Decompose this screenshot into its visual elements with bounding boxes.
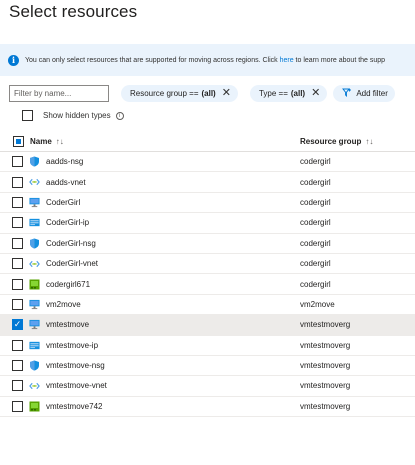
row-checkbox[interactable] xyxy=(12,176,23,188)
table-row[interactable]: vmtestmove-nsg vmtestmoverg xyxy=(0,356,415,377)
resource-group: codergirl xyxy=(300,157,331,167)
resource-name: CoderGirl-vnet xyxy=(46,259,99,269)
info-icon: i xyxy=(8,54,19,66)
resource-name: aadds-nsg xyxy=(46,157,84,167)
resource-group: vmtestmoverg xyxy=(300,401,351,411)
row-checkbox[interactable] xyxy=(12,298,23,310)
resource-group: vmtestmoverg xyxy=(300,340,351,350)
table-row[interactable]: codergirl671 codergirl xyxy=(0,274,415,295)
row-checkbox[interactable] xyxy=(12,380,23,392)
resources-table: Name ↑↓ Resource group ↑↓ aadds-nsg codergi… xyxy=(0,132,415,418)
public-ip-icon xyxy=(29,340,40,351)
row-checkbox[interactable] xyxy=(12,360,23,372)
nsg-icon xyxy=(29,238,40,249)
type-filter-label: Type == xyxy=(258,88,288,98)
info-text-start: You can only select resources that are s… xyxy=(25,56,280,64)
table-row[interactable]: CoderGirl-ip codergirl xyxy=(0,213,415,234)
resource-name: CoderGirl-nsg xyxy=(46,238,96,248)
resource-group: codergirl xyxy=(300,279,331,289)
table-row[interactable]: CoderGirl codergirl xyxy=(0,193,415,214)
sort-icon[interactable]: ↑↓ xyxy=(56,137,64,146)
row-checkbox[interactable] xyxy=(12,217,23,229)
type-filter-value: (all) xyxy=(290,88,306,98)
resource-group-column-header[interactable]: Resource group ↑↓ xyxy=(300,137,373,146)
resource-group-filter-label: Resource group == xyxy=(130,88,199,98)
resource-name: CoderGirl-ip xyxy=(46,218,90,228)
close-icon[interactable]: ✕ xyxy=(311,87,320,99)
vm-icon xyxy=(29,319,40,330)
nic-icon xyxy=(29,401,40,412)
info-banner: i You can only select resources that are… xyxy=(0,44,415,76)
row-checkbox[interactable] xyxy=(12,237,23,249)
name-column-header[interactable]: Name ↑↓ xyxy=(30,137,64,146)
table-row[interactable]: vm2move vm2move xyxy=(0,295,415,316)
resource-name: vmtestmove-vnet xyxy=(46,381,107,391)
page-title: Select resources xyxy=(9,2,138,21)
resource-group: vm2move xyxy=(300,299,335,309)
row-checkbox[interactable] xyxy=(12,196,23,208)
public-ip-icon xyxy=(29,217,40,228)
add-filter-icon xyxy=(342,88,352,99)
resource-group: codergirl xyxy=(300,177,331,187)
nic-icon xyxy=(29,279,40,290)
show-hidden-types-label: Show hidden types xyxy=(43,111,111,120)
resource-group: vmtestmoverg xyxy=(300,361,351,371)
row-checkbox[interactable]: ✓ xyxy=(12,319,23,331)
resource-name: aadds-vnet xyxy=(46,177,86,187)
row-checkbox[interactable] xyxy=(12,258,23,270)
close-icon[interactable]: ✕ xyxy=(222,87,231,99)
resource-group: vmtestmoverg xyxy=(300,381,351,391)
table-row[interactable]: vmtestmove-vnet vmtestmoverg xyxy=(0,376,415,397)
show-hidden-types-checkbox[interactable] xyxy=(22,110,33,121)
learn-more-link[interactable]: here xyxy=(280,57,294,64)
filter-bar: Resource group ==(all) ✕ Type ==(all) ✕ … xyxy=(9,83,395,103)
info-icon[interactable]: i xyxy=(115,111,124,120)
vm-icon xyxy=(29,197,40,208)
vnet-icon xyxy=(29,177,40,188)
name-column-label: Name xyxy=(30,137,52,146)
table-row[interactable]: ✓ vmtestmove vmtestmoverg xyxy=(0,315,415,336)
resource-group: codergirl xyxy=(300,218,331,228)
row-checkbox[interactable] xyxy=(12,400,23,412)
resource-group: codergirl xyxy=(300,259,331,269)
table-row[interactable]: vmtestmove-ip vmtestmoverg xyxy=(0,336,415,356)
add-filter-button[interactable]: Add filter xyxy=(333,84,395,102)
add-filter-label: Add filter xyxy=(356,88,388,98)
resource-group: codergirl xyxy=(300,238,331,248)
vm-icon xyxy=(29,299,40,310)
resource-name: vmtestmove742 xyxy=(46,401,103,411)
type-filter-pill[interactable]: Type == (all) ✕ xyxy=(249,84,328,102)
table-header: Name ↑↓ Resource group ↑↓ xyxy=(0,132,415,152)
resource-name: vmtestmove-ip xyxy=(46,340,99,350)
nsg-icon xyxy=(29,360,40,371)
row-checkbox[interactable] xyxy=(12,339,23,351)
sort-icon[interactable]: ↑↓ xyxy=(365,137,373,146)
row-checkbox[interactable] xyxy=(12,278,23,290)
resource-name: CoderGirl xyxy=(46,197,81,207)
resource-group-filter-value: (all) xyxy=(201,88,216,98)
resource-group: vmtestmoverg xyxy=(300,320,351,330)
resource-name: vmtestmove-nsg xyxy=(46,361,105,371)
show-hidden-types-option: Show hidden types i xyxy=(22,110,124,121)
select-all-checkbox[interactable] xyxy=(13,136,24,147)
table-row[interactable]: aadds-vnet codergirl xyxy=(0,172,415,193)
nsg-icon xyxy=(29,156,40,167)
resource-name: codergirl671 xyxy=(46,279,91,289)
table-body: aadds-nsg codergirl aadds-vnet codergirl Cod… xyxy=(0,152,415,418)
table-row[interactable]: aadds-nsg codergirl xyxy=(0,152,415,173)
info-text-end: to learn more about the supp xyxy=(293,56,386,64)
filter-by-name-input[interactable] xyxy=(9,84,109,102)
table-row[interactable]: vmtestmove742 vmtestmoverg xyxy=(0,397,415,418)
resource-group-filter-pill[interactable]: Resource group == (all) ✕ xyxy=(121,84,238,102)
vnet-icon xyxy=(29,380,40,391)
resource-name: vm2move xyxy=(46,299,81,309)
resource-group-column-label: Resource group xyxy=(300,137,362,146)
resource-group: codergirl xyxy=(300,197,331,207)
vnet-icon xyxy=(29,258,40,269)
resource-name: vmtestmove xyxy=(46,320,90,330)
table-row[interactable]: CoderGirl-vnet codergirl xyxy=(0,254,415,275)
table-row[interactable]: CoderGirl-nsg codergirl xyxy=(0,234,415,254)
row-checkbox[interactable] xyxy=(12,156,23,168)
